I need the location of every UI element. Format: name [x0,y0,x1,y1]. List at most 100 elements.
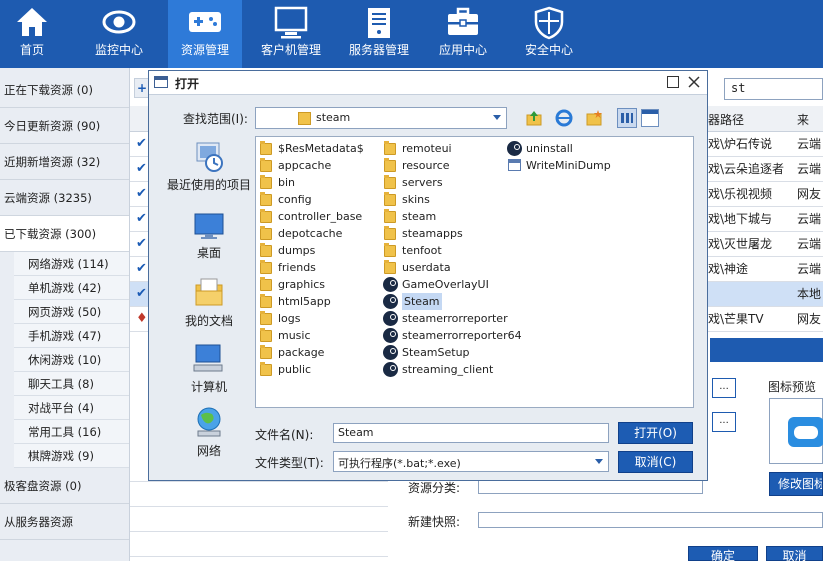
steam-icon [383,345,398,360]
folder-icon [384,209,396,223]
folder-icon [260,311,272,325]
folder-icon [384,243,396,257]
icon-preview-box [769,398,823,464]
folder-icon [260,260,272,274]
place-documents[interactable]: 我的文档 [159,275,259,328]
folder-icon [384,158,396,172]
cancel-button[interactable]: 取消(C) [618,451,693,473]
folder-icon [260,209,272,223]
home-icon [17,8,47,36]
folder-icon [260,328,272,342]
sidebar-item-recently-added[interactable]: 近期新增资源 (32) [0,144,129,180]
view-details-icon[interactable] [641,109,659,127]
maximize-icon[interactable] [667,76,679,88]
application-icon [508,159,521,171]
steam-icon [383,328,398,343]
close-icon[interactable] [687,75,701,89]
eye-icon [102,10,136,34]
file-list[interactable]: $ResMetadata$ appcache bin config contro… [255,136,694,408]
lookin-label: 查找范围(I): [183,112,248,126]
nav-item-clients[interactable]: 客户机管理 [252,0,330,68]
sidebar-item-from-server[interactable]: 从服务器资源 [0,504,129,540]
chevron-down-icon [493,115,501,120]
dialog-title: 打开 [175,77,200,91]
place-network[interactable]: 网络 [159,405,259,458]
sidebar-item-downloading[interactable]: 正在下载资源 (0) [0,72,129,108]
cancel-button[interactable]: 取消 [766,546,823,561]
sidebar-item-downloaded[interactable]: 已下载资源 (300) [0,216,129,252]
folder-icon [260,192,272,206]
filename-input[interactable]: Steam [333,423,609,443]
nav-item-home[interactable]: 首页 [0,0,64,68]
sidebar-item-geek-disk[interactable]: 极客盘资源 (0) [0,468,129,504]
desktop-icon [194,213,224,239]
new-folder-icon[interactable] [585,109,603,127]
folder-icon [260,294,272,308]
folder-icon [260,277,272,291]
place-recent[interactable]: 最近使用的项目 [159,139,259,192]
place-computer[interactable]: 计算机 [159,341,259,394]
snapshot-input[interactable] [478,512,823,528]
detail-panel-header [710,338,823,362]
sidebar-sub-board-games[interactable]: 棋牌游戏 (9) [14,444,129,468]
shield-icon [534,6,564,40]
lookin-combo[interactable]: steam [255,107,507,129]
filetype-select[interactable]: 可执行程序(*.bat;*.exe) [333,451,609,472]
toolbox-icon [448,7,478,35]
resource-sidebar: 正在下载资源 (0) 今日更新资源 (90) 近期新增资源 (32) 云端资源 … [0,68,130,561]
steam-icon [383,294,398,309]
folder-icon [384,226,396,240]
places-bar: 最近使用的项目 桌面 我的文档 计算机 网络 [159,135,251,465]
sidebar-sub-casual-games[interactable]: 休闲游戏 (10) [14,348,129,372]
ok-button[interactable]: 确定 [688,546,758,561]
steam-icon [383,277,398,292]
view-list-icon[interactable] [617,108,637,128]
folder-icon [384,175,396,189]
up-folder-icon[interactable] [525,109,543,127]
sidebar-sub-common-tools[interactable]: 常用工具 (16) [14,420,129,444]
steam-icon [383,311,398,326]
sidebar-item-cloud[interactable]: 云端资源 (3235) [0,180,129,216]
server-icon [368,8,390,38]
computer-icon [193,344,223,372]
search-input[interactable]: st [724,78,823,100]
filename-label: 文件名(N): [255,428,314,442]
folder-icon [260,243,272,257]
sidebar-sub-chat-tools[interactable]: 聊天工具 (8) [14,372,129,396]
open-button[interactable]: 打开(O) [618,422,693,444]
sidebar-sub-single-games[interactable]: 单机游戏 (42) [14,276,129,300]
browse-button[interactable]: ... [712,378,736,398]
dialog-titlebar: 打开 [149,71,707,95]
open-file-dialog: 打开 查找范围(I): steam 最近使用的项目 桌面 我的文档 计算机 网络… [148,70,708,481]
folder-icon [260,345,272,359]
modify-icon-button[interactable]: 修改图标 [769,472,823,496]
nav-item-servers[interactable]: 服务器管理 [340,0,418,68]
nav-item-security[interactable]: 安全中心 [512,0,586,68]
sidebar-sub-web-games[interactable]: 网页游戏 (50) [14,300,129,324]
folder-icon [384,192,396,206]
window-icon [154,76,168,88]
nav-item-resources[interactable]: 资源管理 [168,0,242,68]
chevron-down-icon [595,459,603,464]
sidebar-item-updated-today[interactable]: 今日更新资源 (90) [0,108,129,144]
sidebar-sub-mobile-games[interactable]: 手机游戏 (47) [14,324,129,348]
monitor-icon [274,6,308,39]
folder-icon [260,141,272,155]
place-desktop[interactable]: 桌面 [159,211,259,260]
browse-button[interactable]: ... [712,412,736,432]
folder-icon [260,158,272,172]
internet-explorer-icon[interactable] [555,109,573,127]
folder-icon [384,141,396,155]
sidebar-sub-online-games[interactable]: 网络游戏 (114) [14,252,129,276]
steam-icon [507,141,522,156]
gamepad-icon [788,417,823,447]
nav-item-apps[interactable]: 应用中心 [428,0,498,68]
network-globe-icon [197,407,221,437]
snapshot-label: 新建快照: [408,515,461,529]
nav-item-monitor[interactable]: 监控中心 [80,0,158,68]
folder-icon [260,175,272,189]
icon-preview-label: 图标预览 [768,380,817,394]
sidebar-sub-battle-platforms[interactable]: 对战平台 (4) [14,396,129,420]
category-label: 资源分类: [408,481,461,495]
recent-items-icon [196,142,223,172]
